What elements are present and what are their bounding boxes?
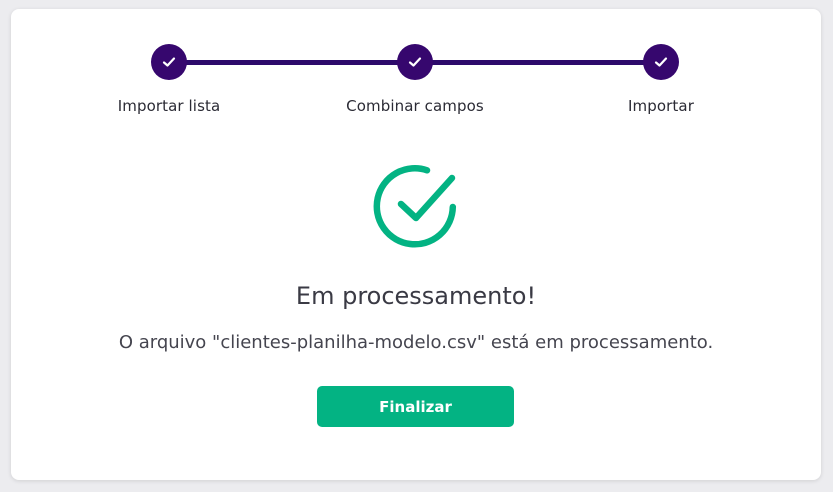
stepper-connector-2 [414, 60, 661, 65]
check-circle-icon [373, 165, 457, 248]
check-icon [408, 57, 422, 67]
status-title: Em processamento! [295, 282, 537, 310]
import-card: Importar lista Combinar campos Importar … [11, 9, 821, 480]
finish-button[interactable]: Finalizar [317, 386, 514, 427]
step-3-label: Importar [628, 97, 694, 115]
step-3-indicator [643, 44, 679, 80]
status-message: O arquivo "clientes-planilha-modelo.csv"… [118, 332, 714, 353]
import-stepper: Importar lista Combinar campos Importar [11, 9, 821, 129]
stepper-connector-1 [169, 60, 414, 65]
step-1-indicator [151, 44, 187, 80]
check-icon [654, 57, 668, 67]
step-2-label: Combinar campos [346, 97, 484, 115]
check-icon [162, 57, 176, 67]
step-1-label: Importar lista [117, 97, 221, 115]
step-2-indicator [397, 44, 433, 80]
